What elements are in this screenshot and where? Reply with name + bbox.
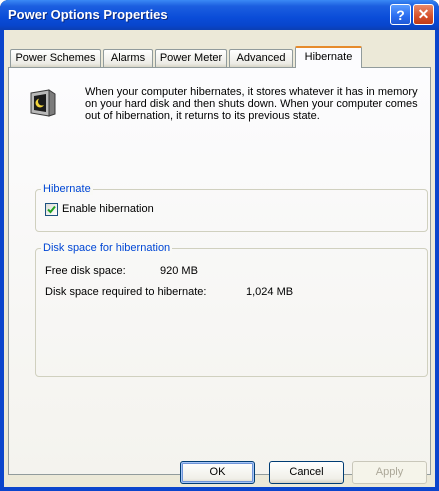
tab-power-meter[interactable]: Power Meter [155,49,227,67]
required-disk-space-label: Disk space required to hibernate: [45,286,207,298]
close-icon: ✕ [417,6,430,22]
dialog-body: Power Schemes Alarms Power Meter Advance… [4,30,435,487]
hibernate-group-legend: Hibernate [41,183,93,195]
window-frame-bottom [0,487,439,491]
tab-advanced[interactable]: Advanced [229,49,293,67]
ok-button[interactable]: OK [180,461,255,484]
close-button[interactable]: ✕ [413,4,434,25]
apply-button[interactable]: Apply [352,461,427,484]
title-bar[interactable]: Power Options Properties ? ✕ [0,0,439,30]
hibernate-description: When your computer hibernates, it stores… [85,86,418,122]
hibernate-group: Hibernate Enable hibernation [35,183,428,232]
enable-hibernation-checkbox[interactable] [45,203,58,216]
disk-space-group-legend: Disk space for hibernation [41,242,173,254]
hibernate-tab-panel: When your computer hibernates, it stores… [8,67,431,475]
free-disk-space-value: 920 MB [160,265,198,277]
free-disk-space-label: Free disk space: [45,265,126,277]
required-disk-space-value: 1,024 MB [246,286,294,298]
disk-space-group: Disk space for hibernation Free disk spa… [35,242,428,377]
tab-power-schemes[interactable]: Power Schemes [10,49,101,67]
power-options-window: Power Options Properties ? ✕ Power Schem… [0,0,439,491]
tab-hibernate[interactable]: Hibernate [295,46,362,68]
checkmark-icon [47,205,56,214]
help-icon: ? [396,6,405,23]
cancel-button[interactable]: Cancel [269,461,344,484]
hibernate-monitor-icon [30,89,56,117]
window-frame-right [435,30,439,491]
help-button[interactable]: ? [390,4,411,25]
window-title: Power Options Properties [8,7,168,22]
tab-alarms[interactable]: Alarms [103,49,153,67]
enable-hibernation-label[interactable]: Enable hibernation [62,203,154,215]
